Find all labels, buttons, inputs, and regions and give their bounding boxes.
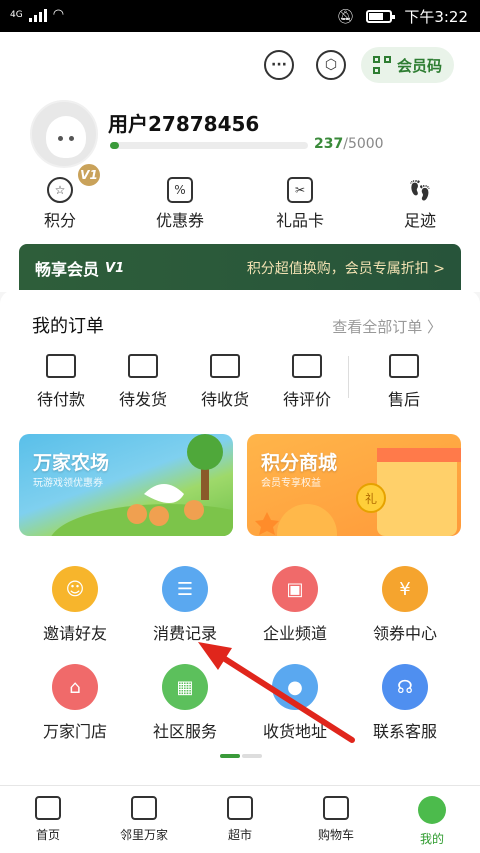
nav-mine[interactable]: 我的: [384, 786, 480, 853]
nav-supermarket[interactable]: 超市: [192, 786, 288, 853]
nav-neighborhood[interactable]: 邻里万家: [96, 786, 192, 853]
bottom-nav: 首页 邻里万家 超市 购物车 我的: [0, 785, 480, 853]
nav-cart[interactable]: 购物车: [288, 786, 384, 853]
mine-face-icon: [418, 796, 446, 824]
neighborhood-icon: [131, 796, 157, 820]
annotation-arrow: [198, 642, 355, 743]
supermarket-icon: [227, 796, 253, 820]
cart-icon: [323, 796, 349, 820]
home-icon: [35, 796, 61, 820]
nav-home[interactable]: 首页: [0, 786, 96, 853]
